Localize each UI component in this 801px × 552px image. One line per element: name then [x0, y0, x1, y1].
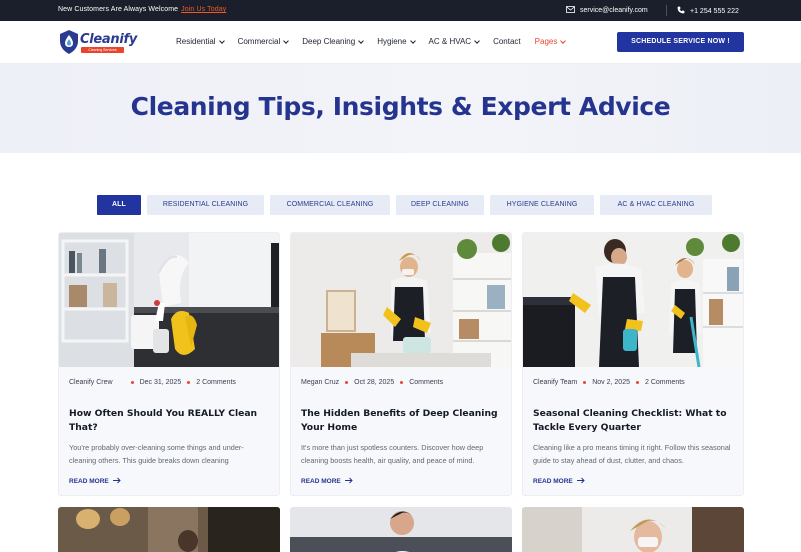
post-image[interactable]: [58, 507, 280, 552]
nav-label: Deep Cleaning: [302, 37, 356, 46]
logo-drop-icon: [58, 29, 80, 60]
nav-label: Hygiene: [377, 37, 407, 46]
nav-menu: Residential Commercial Deep Cleaning Hyg…: [176, 37, 579, 46]
nav-label: Pages: [534, 37, 558, 46]
chevron-down-icon: [409, 37, 416, 44]
chevron-down-icon: [283, 37, 290, 44]
join-link[interactable]: Join Us Today: [181, 6, 226, 13]
nav-label: Commercial: [237, 37, 281, 46]
nav-item-ac-hvac[interactable]: AC & HVAC: [429, 37, 480, 46]
post-date: Dec 31, 2025: [139, 379, 182, 386]
filter-hygiene-cleaning[interactable]: HYGIENE CLEANING: [490, 195, 594, 215]
arrow-right-icon: [112, 477, 121, 486]
meta-dot: [187, 381, 191, 384]
chevron-down-icon: [358, 37, 365, 44]
post-comments[interactable]: Comments: [409, 379, 443, 386]
phone-icon: [677, 6, 685, 16]
nav-item-commercial[interactable]: Commercial: [237, 37, 290, 46]
filter-residential-cleaning[interactable]: RESIDENTIAL CLEANING: [147, 195, 264, 215]
filter-all[interactable]: ALL: [97, 195, 141, 215]
blog-card[interactable]: Megan Cruz Oct 28, 2025 Comments The Hid…: [290, 232, 512, 496]
arrow-right-icon: [576, 477, 585, 486]
blog-card[interactable]: Cleanify Crew Dec 31, 2025 2 Comments Ho…: [58, 232, 280, 496]
phone-text: +1 254 555 222: [690, 7, 739, 15]
filter-commercial-cleaning[interactable]: COMMERCIAL CLEANING: [270, 195, 390, 215]
category-filters: ALL RESIDENTIAL CLEANING COMMERCIAL CLEA…: [97, 195, 718, 215]
post-author[interactable]: Cleanify Team: [533, 379, 577, 386]
post-meta: Cleanify Crew Dec 31, 2025 2 Comments: [69, 379, 236, 386]
post-comments[interactable]: 2 Comments: [196, 379, 236, 386]
phone-contact[interactable]: +1 254 555 222: [677, 6, 739, 16]
page-title: Cleaning Tips, Insights & Expert Advice: [130, 92, 671, 121]
meta-dot: [400, 381, 404, 384]
post-date: Oct 28, 2025: [354, 379, 395, 386]
blog-card[interactable]: Cleanify Team Nov 2, 2025 2 Comments Sea…: [522, 232, 744, 496]
post-excerpt: It's more than just spotless counters. D…: [301, 443, 484, 465]
nav-label: Residential: [176, 37, 216, 46]
meta-dot: [635, 381, 639, 384]
read-more-label: READ MORE: [533, 478, 573, 485]
filter-ac-hvac-cleaning[interactable]: AC & HVAC CLEANING: [600, 195, 712, 215]
post-meta: Cleanify Team Nov 2, 2025 2 Comments: [533, 379, 685, 386]
nav-label: Contact: [493, 37, 521, 46]
chevron-down-icon: [218, 37, 225, 44]
divider: [666, 5, 667, 16]
meta-dot: [130, 381, 134, 384]
chevron-down-icon: [560, 37, 567, 44]
read-more-link[interactable]: READ MORE: [69, 477, 121, 486]
post-title[interactable]: How Often Should You REALLY Clean That?: [69, 407, 269, 435]
meta-dot: [345, 381, 349, 384]
read-more-link[interactable]: READ MORE: [533, 477, 585, 486]
post-image[interactable]: [522, 507, 744, 552]
nav-item-contact[interactable]: Contact: [493, 37, 521, 46]
nav-item-deep-cleaning[interactable]: Deep Cleaning: [302, 37, 365, 46]
post-meta: Megan Cruz Oct 28, 2025 Comments: [301, 379, 443, 386]
post-date: Nov 2, 2025: [592, 379, 630, 386]
filter-deep-cleaning[interactable]: DEEP CLEANING: [396, 195, 484, 215]
post-title[interactable]: Seasonal Cleaning Checklist: What to Tac…: [533, 407, 733, 435]
page-hero: Cleaning Tips, Insights & Expert Advice: [0, 64, 801, 153]
logo[interactable]: Cleanify Cleaning Services: [58, 29, 138, 57]
arrow-right-icon: [344, 477, 353, 486]
welcome-text: New Customers Are Always Welcome: [58, 6, 179, 13]
logo-wordmark: Cleanify: [80, 32, 138, 47]
schedule-service-button[interactable]: SCHEDULE SERVICE NOW !: [617, 32, 744, 52]
post-image[interactable]: [291, 233, 511, 367]
chevron-down-icon: [474, 37, 480, 44]
post-title[interactable]: The Hidden Benefits of Deep Cleaning You…: [301, 407, 501, 435]
email-contact[interactable]: service@cleanify.com: [566, 6, 648, 15]
meta-dot: [583, 381, 587, 384]
post-comments[interactable]: 2 Comments: [645, 379, 685, 386]
post-author[interactable]: Cleanify Crew: [69, 379, 113, 386]
top-bar: New Customers Are Always Welcome Join Us …: [0, 0, 801, 21]
nav-item-residential[interactable]: Residential: [176, 37, 225, 46]
post-excerpt: Cleaning like a pro means timing it righ…: [533, 443, 731, 465]
welcome-message: New Customers Are Always Welcome Join Us …: [58, 6, 226, 13]
post-image[interactable]: [290, 507, 512, 552]
read-more-label: READ MORE: [69, 478, 109, 485]
logo-tagline: Cleaning Services: [81, 47, 124, 53]
post-image[interactable]: [59, 233, 279, 367]
nav-item-pages[interactable]: Pages: [534, 37, 567, 46]
read-more-link[interactable]: READ MORE: [301, 477, 353, 486]
post-excerpt: You're probably over-cleaning some thing…: [69, 443, 244, 465]
read-more-label: READ MORE: [301, 478, 341, 485]
post-author[interactable]: Megan Cruz: [301, 379, 339, 386]
nav-label: AC & HVAC: [428, 37, 472, 46]
main-navigation: Cleanify Cleaning Services Residential C…: [0, 21, 801, 64]
nav-item-hygiene[interactable]: Hygiene: [377, 37, 416, 46]
envelope-icon: [566, 6, 575, 15]
post-image[interactable]: [523, 233, 743, 367]
email-text: service@cleanify.com: [580, 7, 648, 14]
